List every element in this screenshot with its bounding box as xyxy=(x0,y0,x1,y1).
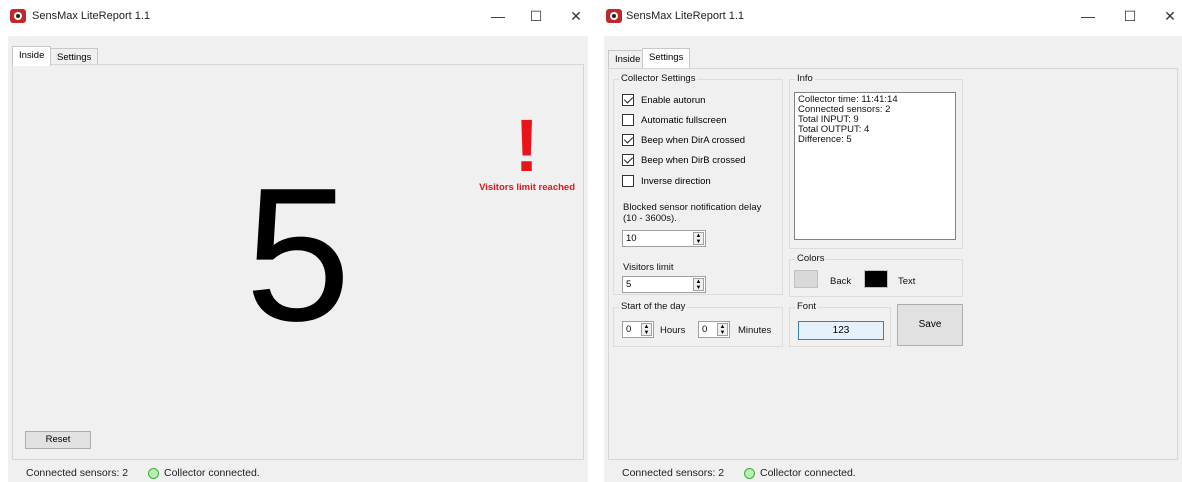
settings-tab-page: Collector Settings Enable autorun Automa… xyxy=(608,68,1178,460)
blocked-delay-label: Blocked sensor notification delay (10 - … xyxy=(623,202,762,224)
info-textbox[interactable]: Collector time: 11:41:14 Connected senso… xyxy=(794,92,956,240)
checkbox-label: Beep when DirB crossed xyxy=(641,154,746,166)
app-logo-icon xyxy=(10,9,26,23)
back-color-swatch[interactable] xyxy=(794,270,818,288)
tab-settings[interactable]: Settings xyxy=(642,48,691,68)
back-color-label: Back xyxy=(830,276,852,287)
checkbox-box[interactable] xyxy=(622,114,634,126)
blocked-delay-input[interactable]: 10 ▲ ▼ xyxy=(622,230,706,247)
main-window-inside: SensMax LiteReport 1.1 — ☐ ✕ Inside Sett… xyxy=(0,0,596,482)
colors-title: Colors xyxy=(795,253,827,264)
checkbox-label: Inverse direction xyxy=(641,175,711,187)
close-icon[interactable]: ✕ xyxy=(1158,6,1182,26)
spin-arrows-icon[interactable]: ▲ ▼ xyxy=(717,323,728,336)
window-title: SensMax LiteReport 1.1 xyxy=(626,10,745,22)
save-button[interactable]: Save xyxy=(897,304,963,346)
title-bar[interactable]: SensMax LiteReport 1.1 — ☐ ✕ xyxy=(0,0,596,34)
tab-inside[interactable]: Inside xyxy=(12,46,52,66)
minutes-input[interactable]: 0 ▲ ▼ xyxy=(698,321,730,338)
collector-settings-group: Collector Settings Enable autorun Automa… xyxy=(613,73,783,295)
reset-button[interactable]: Reset xyxy=(25,431,91,449)
checkbox-inverse-direction[interactable]: Inverse direction xyxy=(622,174,711,188)
status-ok-icon xyxy=(148,468,159,479)
title-bar[interactable]: SensMax LiteReport 1.1 — ☐ ✕ xyxy=(598,0,1182,34)
checkbox-enable-autorun[interactable]: Enable autorun xyxy=(622,93,705,107)
visitors-limit-label: Visitors limit xyxy=(623,262,674,273)
checkbox-beep-dirb[interactable]: Beep when DirB crossed xyxy=(622,153,746,167)
info-title: Info xyxy=(795,73,815,84)
checkbox-check-icon[interactable] xyxy=(622,94,634,106)
status-sensors: Connected sensors: 2 xyxy=(26,467,129,479)
visitors-limit-alert: Visitors limit reached xyxy=(479,182,575,193)
spin-value: 5 xyxy=(626,279,632,290)
font-title: Font xyxy=(795,301,819,312)
checkbox-beep-dira[interactable]: Beep when DirA crossed xyxy=(622,133,745,147)
start-of-day-title: Start of the day xyxy=(619,301,688,312)
checkbox-automatic-fullscreen[interactable]: Automatic fullscreen xyxy=(622,113,727,127)
spin-arrows-icon[interactable]: ▲ ▼ xyxy=(693,232,704,245)
window-client-area: Inside Settings 5 ! Visitors limit reach… xyxy=(8,36,588,464)
info-group: Info Collector time: 11:41:14 Connected … xyxy=(789,73,963,249)
checkbox-check-icon[interactable] xyxy=(622,134,634,146)
spin-arrows-icon[interactable]: ▲ ▼ xyxy=(641,323,652,336)
start-of-day-group: Start of the day 0 ▲ ▼ Hours 0 ▲ ▼ Minutes xyxy=(613,301,783,347)
status-bar: Connected sensors: 2 Collector connected… xyxy=(8,464,588,482)
alert-exclamation-icon: ! xyxy=(514,104,539,187)
minimize-icon[interactable]: — xyxy=(486,6,510,26)
window-title: SensMax LiteReport 1.1 xyxy=(32,10,151,22)
spin-value: 0 xyxy=(626,324,632,335)
maximize-icon[interactable]: ☐ xyxy=(524,6,548,26)
minimize-icon[interactable]: — xyxy=(1076,6,1100,26)
status-collector: Collector connected. xyxy=(760,467,856,479)
status-bar: Connected sensors: 2 Collector connected… xyxy=(604,464,1182,482)
text-color-label: Text xyxy=(898,276,916,287)
colors-group: Colors Back Text xyxy=(789,253,963,297)
spin-arrows-icon[interactable]: ▲ ▼ xyxy=(693,278,704,291)
checkbox-label: Enable autorun xyxy=(641,94,706,106)
spin-value: 10 xyxy=(626,233,637,244)
checkbox-check-icon[interactable] xyxy=(622,154,634,166)
inside-tab-page: 5 ! Visitors limit reached Reset xyxy=(12,64,584,460)
text-color-swatch[interactable] xyxy=(864,270,888,288)
status-sensors: Connected sensors: 2 xyxy=(622,467,725,479)
checkbox-box[interactable] xyxy=(622,175,634,187)
maximize-icon[interactable]: ☐ xyxy=(1118,6,1142,26)
checkbox-label: Beep when DirA crossed xyxy=(641,134,746,146)
info-line: Difference: 5 xyxy=(798,134,852,145)
window-client-area: Inside Settings Collector Settings Enabl… xyxy=(604,36,1182,464)
main-window-settings: SensMax LiteReport 1.1 — ☐ ✕ Inside Sett… xyxy=(598,0,1182,482)
close-icon[interactable]: ✕ xyxy=(564,6,588,26)
minutes-label: Minutes xyxy=(738,325,772,336)
font-group: Font 123 xyxy=(789,301,891,347)
collector-settings-title: Collector Settings xyxy=(619,73,698,84)
hours-input[interactable]: 0 ▲ ▼ xyxy=(622,321,654,338)
checkbox-label: Automatic fullscreen xyxy=(641,114,727,126)
status-collector: Collector connected. xyxy=(164,467,260,479)
hours-label: Hours xyxy=(660,325,686,336)
font-sample-button[interactable]: 123 xyxy=(798,321,884,340)
app-logo-icon xyxy=(606,9,622,23)
spin-value: 0 xyxy=(702,324,708,335)
status-ok-icon xyxy=(744,468,755,479)
visitors-limit-input[interactable]: 5 ▲ ▼ xyxy=(622,276,706,293)
